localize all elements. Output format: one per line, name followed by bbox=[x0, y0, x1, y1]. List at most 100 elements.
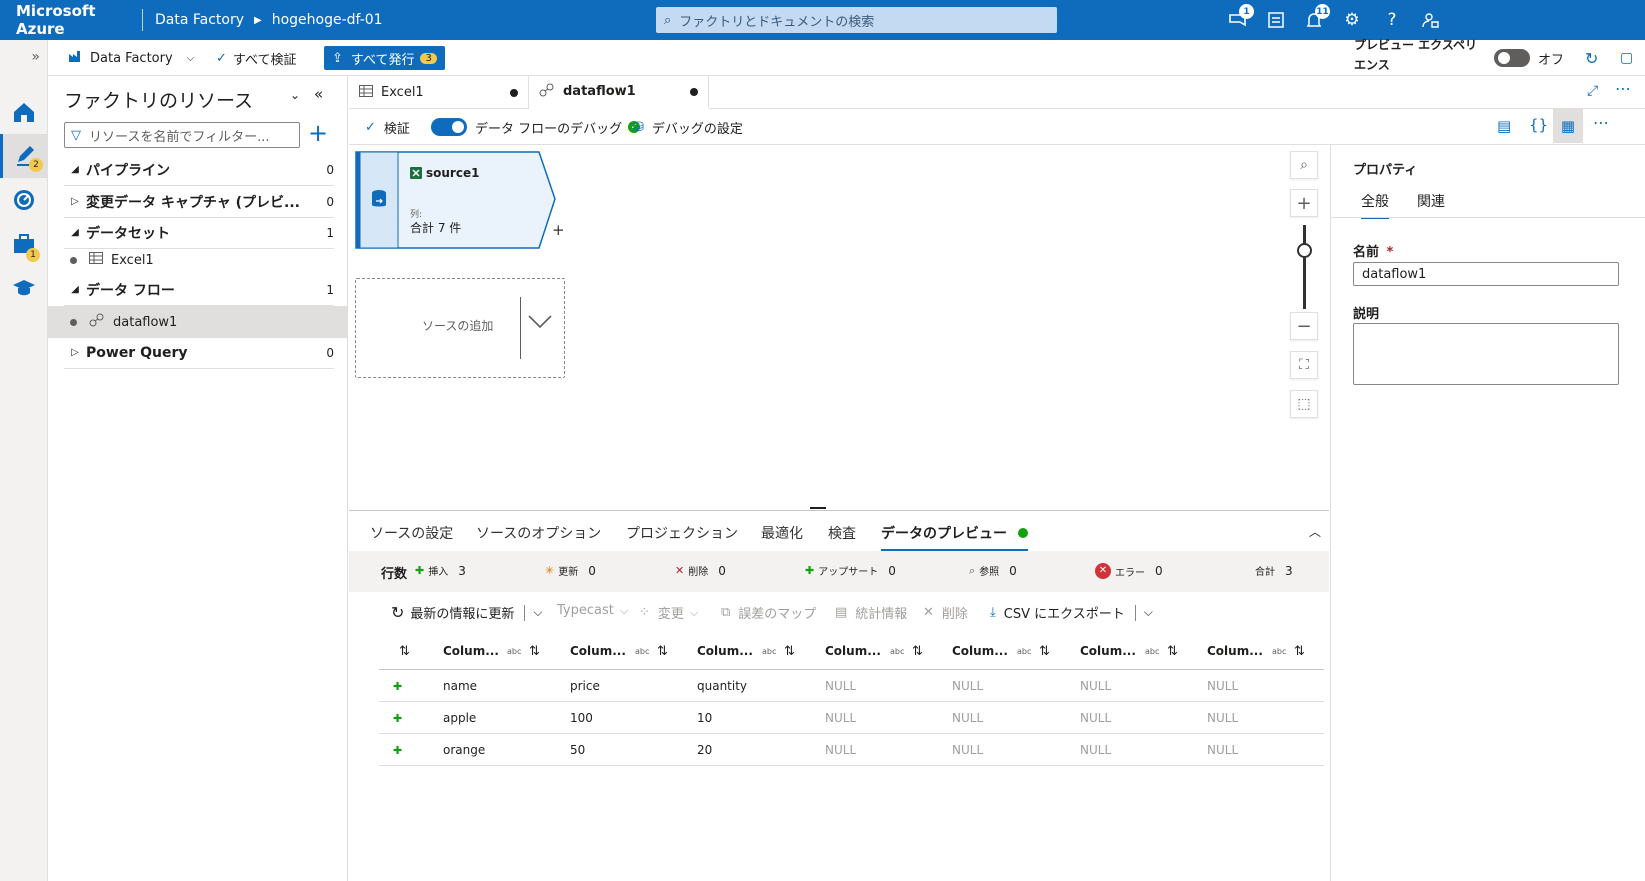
table-row[interactable]: ✚ apple 100 10 NULL NULL NULL NULL bbox=[379, 702, 1324, 734]
refresh-icon[interactable]: ↻ bbox=[1585, 46, 1598, 70]
sort-icon[interactable]: ⇅ bbox=[1294, 635, 1305, 667]
tab-general[interactable]: 全般 bbox=[1361, 191, 1389, 219]
tab-source-options[interactable]: ソースのオプション bbox=[476, 523, 601, 543]
discard-icon[interactable]: ▢ bbox=[1620, 46, 1633, 70]
add-source-button[interactable]: ソースの追加 bbox=[355, 278, 565, 378]
brand-title[interactable]: Microsoft Azure bbox=[0, 2, 142, 38]
table-row[interactable]: ✚ orange 50 20 NULL NULL NULL NULL bbox=[379, 734, 1324, 766]
publish-all-button[interactable]: ⇪ すべて発行 3 bbox=[324, 46, 445, 70]
divider bbox=[524, 604, 526, 621]
collapse-all-icon[interactable]: ⌄ bbox=[290, 88, 300, 102]
refresh-preview-button[interactable]: ↻ 最新の情報に更新 ⌵ bbox=[391, 603, 543, 622]
learning-cap-icon[interactable] bbox=[0, 266, 48, 310]
debug-settings-button[interactable]: ⛁ デバッグの設定 bbox=[633, 115, 743, 139]
modify-button[interactable]: ⁘ 変更 ⌵ bbox=[639, 603, 698, 622]
code-braces-icon[interactable]: {} bbox=[1529, 116, 1548, 134]
breadcrumb-factory[interactable]: hogehoge-df-01 bbox=[272, 12, 383, 28]
expand-nav-icon[interactable]: » bbox=[0, 40, 48, 74]
dataflow-icon bbox=[539, 83, 555, 101]
settings-gear-icon[interactable]: ⚙ bbox=[1340, 8, 1364, 32]
sort-icon[interactable]: ⇅ bbox=[1167, 635, 1178, 667]
table-cell: NULL bbox=[825, 679, 857, 693]
export-csv-button[interactable]: ⤓ CSV にエクスポート ⌵ bbox=[990, 603, 1153, 622]
tab-dataflow1[interactable]: dataflow1 bbox=[529, 76, 709, 109]
insert-plus-icon: ✚ bbox=[415, 564, 425, 577]
more-options-icon[interactable]: ⋯ bbox=[1615, 79, 1631, 98]
dataflow-toolbar: ✓ 検証 データ フローのデバッグ ✓ ⛁ デバッグの設定 ▤ {} ▦ ⋯ bbox=[349, 109, 1645, 145]
zoom-in-icon[interactable]: + bbox=[1290, 189, 1318, 217]
monitor-icon[interactable] bbox=[0, 178, 48, 222]
remove-button[interactable]: ✕ 削除 bbox=[923, 603, 968, 622]
tab-optimize[interactable]: 最適化 bbox=[761, 523, 803, 543]
section-dataflows[interactable]: ◢ データ フロー 1 bbox=[64, 274, 334, 306]
sort-icon[interactable]: ⇅ bbox=[529, 635, 540, 667]
manage-badge: 1 bbox=[26, 248, 40, 262]
column-header[interactable]: Colum... bbox=[697, 635, 753, 667]
dataflow-debug-toggle[interactable]: データ フローのデバッグ ✓ bbox=[431, 115, 641, 139]
tab-projection[interactable]: プロジェクション bbox=[626, 523, 738, 543]
tab-source-settings[interactable]: ソースの設定 bbox=[370, 523, 453, 543]
maximize-icon[interactable]: ⤢ bbox=[1587, 83, 1598, 99]
author-pencil-icon[interactable]: 2 bbox=[0, 134, 48, 178]
breadcrumb-service[interactable]: Data Factory bbox=[155, 12, 244, 28]
chevron-down-icon[interactable]: ⌵ bbox=[1144, 605, 1153, 620]
column-header[interactable]: Colum... bbox=[443, 635, 499, 667]
collapse-panel-chevron-icon[interactable]: ︿ bbox=[1309, 523, 1321, 540]
typecast-button[interactable]: Typecast ⌵ bbox=[557, 603, 628, 618]
zoom-slider[interactable] bbox=[1303, 225, 1306, 309]
section-pipelines[interactable]: ◢ パイプライン 0 bbox=[64, 154, 334, 186]
feedback-announcement-icon[interactable]: 1 bbox=[1226, 4, 1254, 32]
validate-button[interactable]: ✓ 検証 bbox=[365, 115, 410, 139]
sort-icon[interactable]: ⇅ bbox=[912, 635, 923, 667]
sort-icon[interactable]: ⇅ bbox=[657, 635, 668, 667]
zoom-out-icon[interactable]: − bbox=[1290, 312, 1318, 340]
tab-inspect[interactable]: 検査 bbox=[828, 523, 856, 543]
insert-plus-icon: ✚ bbox=[393, 679, 403, 693]
factory-selector[interactable]: Data Factory ⌵ bbox=[68, 46, 194, 70]
fit-to-view-icon[interactable]: ⛶ bbox=[1290, 351, 1318, 379]
add-transform-plus-icon[interactable]: + bbox=[552, 221, 565, 239]
help-icon[interactable]: ? bbox=[1380, 8, 1404, 32]
script-icon[interactable]: ▤ bbox=[1497, 117, 1511, 135]
section-power-query[interactable]: ▷ Power Query 0 bbox=[64, 337, 334, 369]
section-change-data-capture[interactable]: ▷ 変更データ キャプチャ (プレビ... 0 bbox=[64, 186, 334, 218]
zoom-search-icon[interactable]: ⌕ bbox=[1290, 151, 1318, 179]
sort-icon[interactable]: ⇅ bbox=[1039, 635, 1050, 667]
column-header[interactable]: Colum... bbox=[1207, 635, 1263, 667]
add-resource-plus-icon[interactable]: + bbox=[308, 120, 328, 146]
validate-all-button[interactable]: ✓ すべて検証 bbox=[216, 46, 296, 70]
feedback-icon[interactable] bbox=[1418, 8, 1442, 32]
directory-switch-icon[interactable] bbox=[1264, 8, 1288, 32]
collapse-panel-icon[interactable]: « bbox=[314, 85, 323, 103]
column-header[interactable]: Colum... bbox=[825, 635, 881, 667]
source-node-source1[interactable]: source1 列: 合計 7 件 bbox=[355, 151, 556, 250]
resize-handle[interactable] bbox=[810, 507, 826, 509]
statistics-button[interactable]: ▤ 統計情報 bbox=[835, 603, 907, 622]
row-sort-icon[interactable]: ⇅ bbox=[399, 635, 410, 667]
tab-data-preview[interactable]: データのプレビュー bbox=[881, 523, 1028, 551]
sort-icon[interactable]: ⇅ bbox=[784, 635, 795, 667]
column-header[interactable]: Colum... bbox=[952, 635, 1008, 667]
preview-experience-toggle[interactable]: オフ bbox=[1494, 46, 1564, 70]
properties-pane-icon[interactable]: ▦ bbox=[1553, 109, 1583, 143]
map-drifted-button[interactable]: ⧉ 誤差のマップ bbox=[721, 603, 816, 622]
home-icon[interactable] bbox=[0, 90, 48, 134]
description-textarea[interactable] bbox=[1353, 323, 1619, 385]
column-header[interactable]: Colum... bbox=[1080, 635, 1136, 667]
dataflow-canvas[interactable]: source1 列: 合計 7 件 + ソースの追加 ⌕ + − ⛶ ⬚ bbox=[349, 145, 1329, 510]
more-options-icon[interactable]: ⋯ bbox=[1593, 113, 1609, 132]
zoom-slider-thumb[interactable] bbox=[1297, 243, 1312, 258]
global-search-input[interactable]: ⌕ ファクトリとドキュメントの検索 bbox=[656, 7, 1057, 33]
tab-excel1[interactable]: Excel1 bbox=[349, 76, 529, 109]
column-header[interactable]: Colum... bbox=[570, 635, 626, 667]
tab-related[interactable]: 関連 bbox=[1417, 191, 1445, 211]
dataset-item-excel1[interactable]: Excel1 bbox=[48, 244, 347, 276]
manage-toolbox-icon[interactable]: 1 bbox=[0, 222, 48, 266]
name-input[interactable]: dataflow1 bbox=[1353, 262, 1619, 286]
dataflow-item-dataflow1[interactable]: dataflow1 bbox=[48, 306, 347, 338]
table-row[interactable]: ✚ name price quantity NULL NULL NULL NUL… bbox=[379, 670, 1324, 702]
resource-filter-input[interactable]: ▽ リソースを名前でフィルター... bbox=[64, 122, 300, 148]
select-area-icon[interactable]: ⬚ bbox=[1290, 390, 1318, 418]
chevron-down-icon[interactable]: ⌵ bbox=[533, 605, 542, 620]
notifications-icon[interactable]: 11 bbox=[1302, 4, 1330, 32]
